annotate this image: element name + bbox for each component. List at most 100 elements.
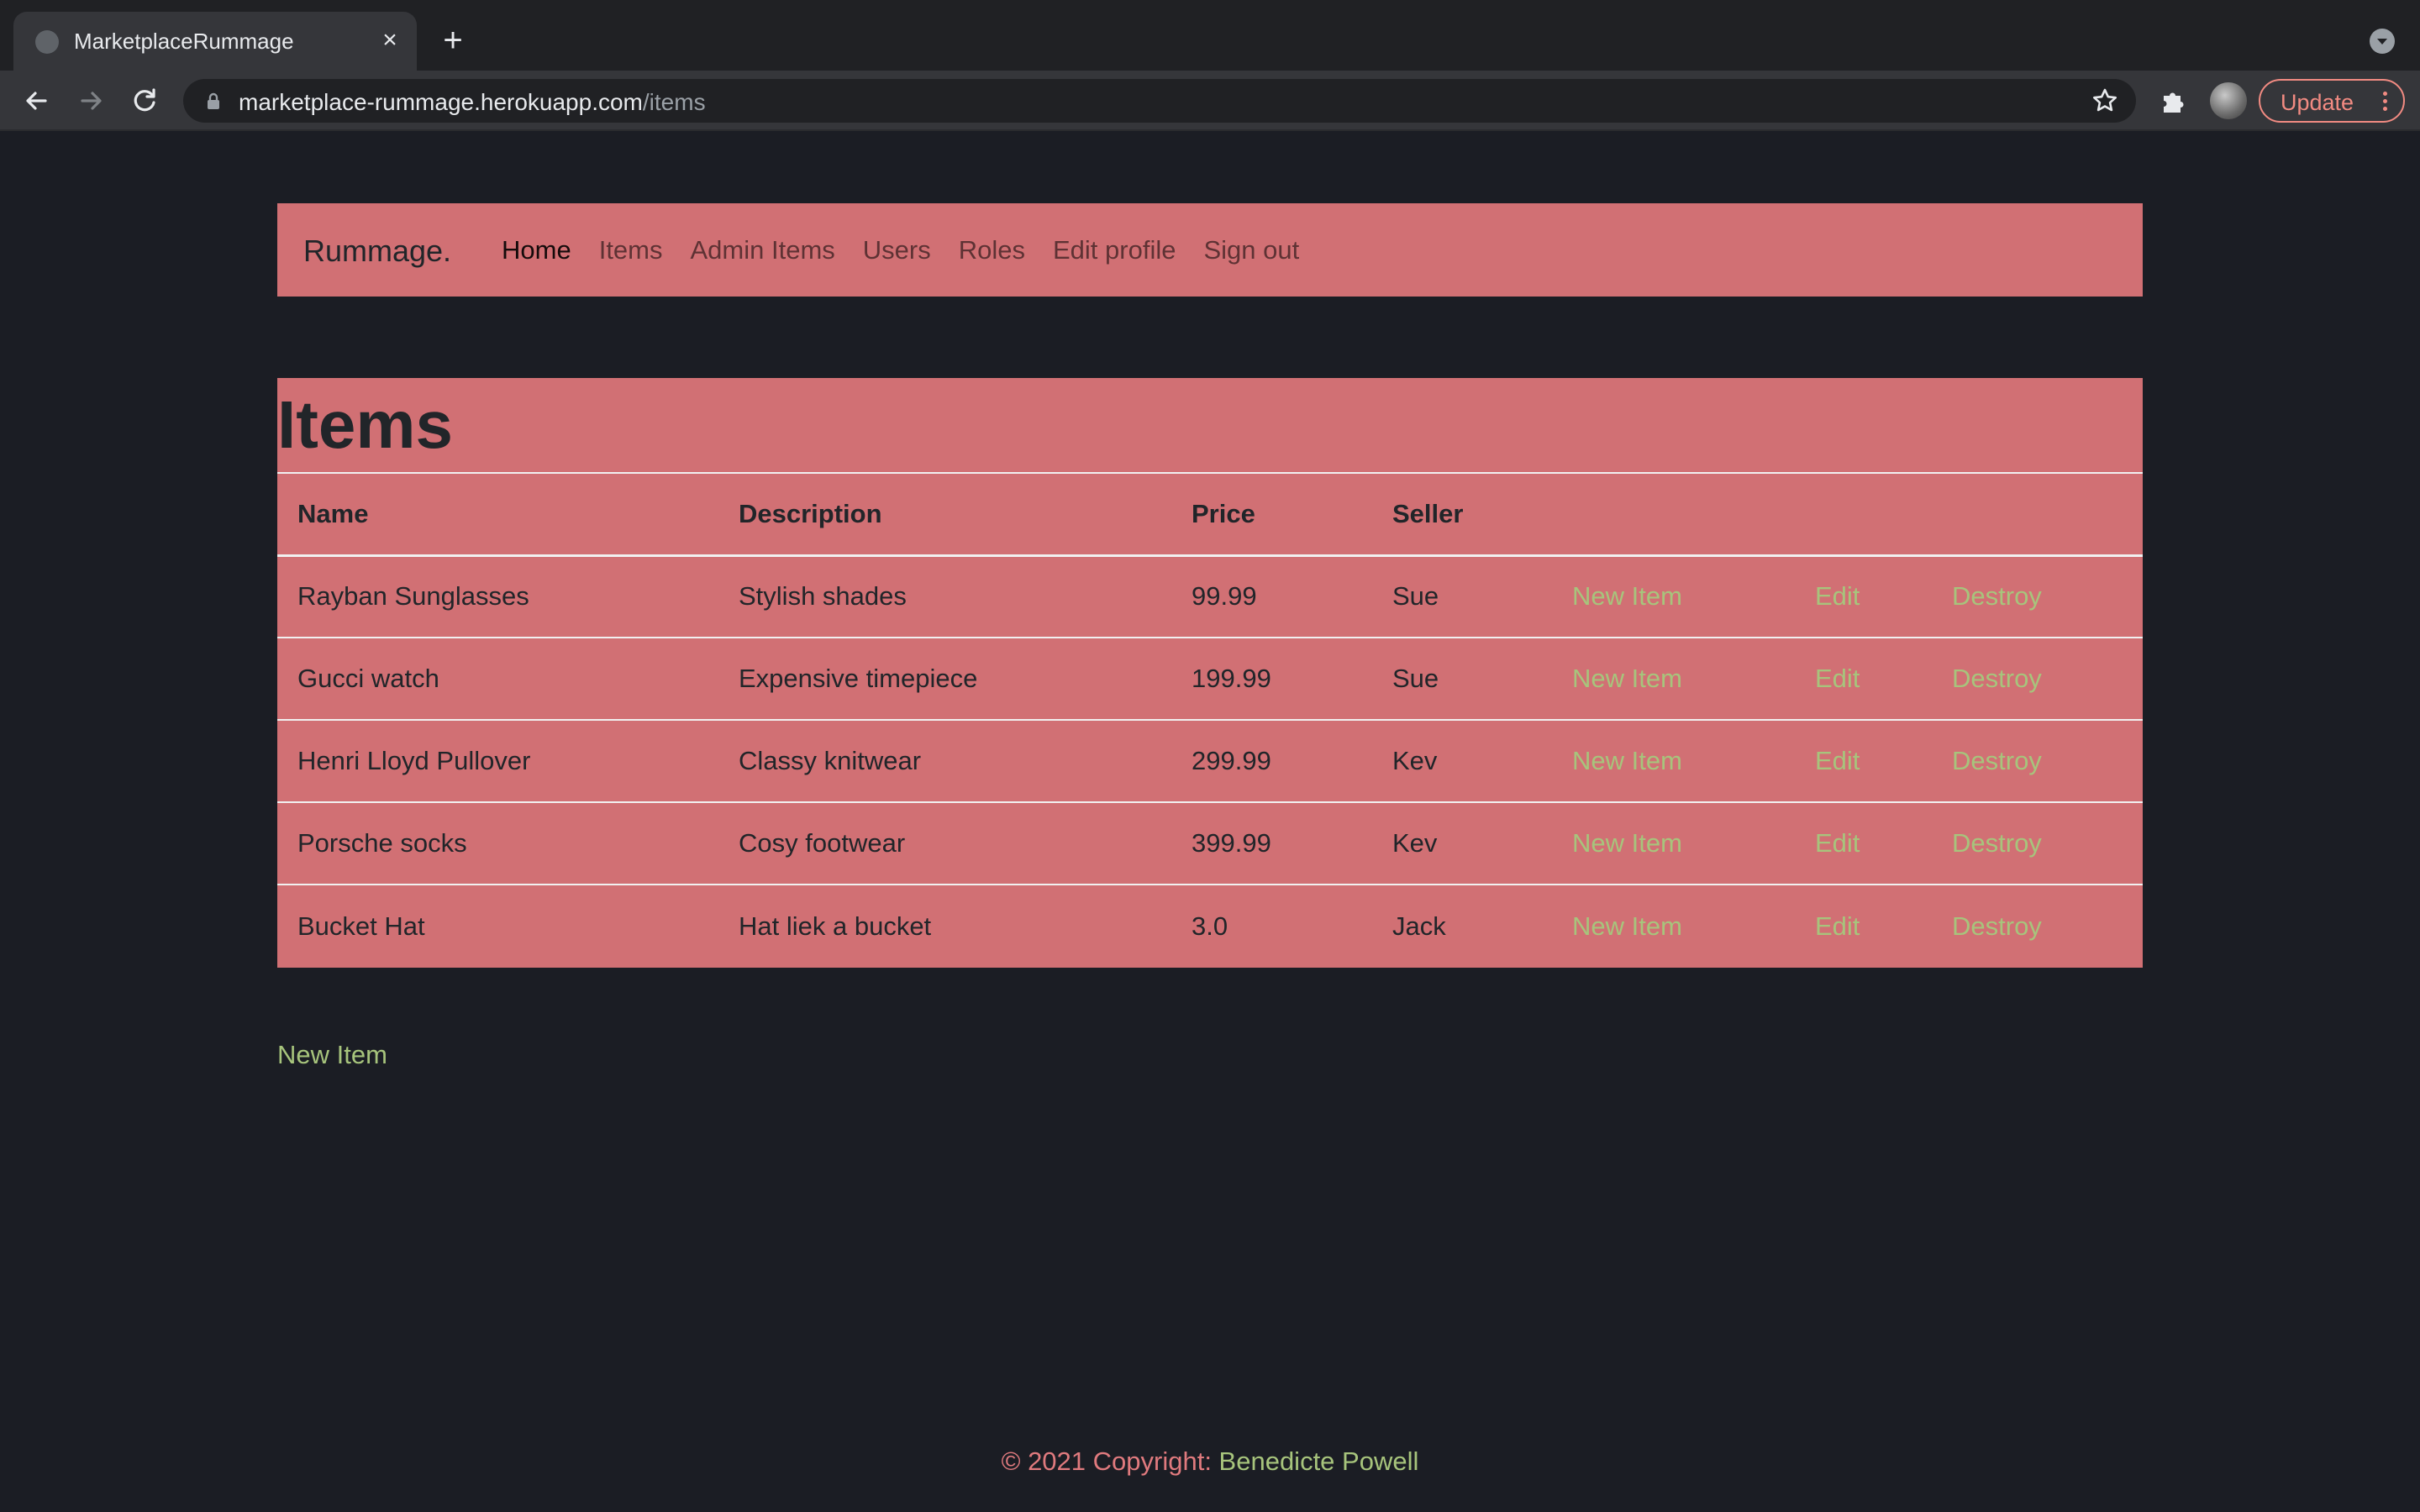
cell-new: New Item	[1552, 885, 1795, 967]
cell-edit: Edit	[1795, 802, 1932, 885]
cell-seller: Sue	[1372, 555, 1552, 638]
cell-description: Classy knitwear	[718, 720, 1171, 803]
cell-description: Cosy footwear	[718, 802, 1171, 885]
nav-link-sign-out[interactable]: Sign out	[1203, 235, 1299, 265]
cell-edit: Edit	[1795, 720, 1932, 803]
author-link[interactable]: Benedicte Powell	[1219, 1446, 1419, 1476]
new-item-bottom-link[interactable]: New Item	[277, 1040, 387, 1070]
cell-destroy: Destroy	[1932, 885, 2143, 967]
url-host: marketplace-rummage.herokuapp.com	[239, 89, 643, 115]
more-vert-icon[interactable]	[2383, 92, 2388, 112]
cell-seller: Kev	[1372, 720, 1552, 803]
destroy-link[interactable]: Destroy	[1952, 746, 2042, 775]
table-row: Henri Lloyd Pullover Classy knitwear 299…	[277, 720, 2143, 803]
brand-link[interactable]: Rummage.	[303, 234, 451, 269]
new-item-link[interactable]: New Item	[1572, 664, 1682, 693]
site-navbar: Rummage. Home Items Admin Items Users Ro…	[277, 203, 2143, 297]
items-table: Name Description Price Seller Rayban Sun…	[277, 472, 2143, 967]
column-header-blank	[1552, 472, 1795, 557]
table-header-row: Name Description Price Seller	[277, 472, 2143, 557]
star-icon[interactable]	[2091, 87, 2119, 115]
nav-links: Home Items Admin Items Users Roles Edit …	[502, 235, 1327, 265]
browser-tab[interactable]: MarketplaceRummage ×	[13, 12, 417, 71]
close-icon[interactable]: ×	[375, 25, 405, 55]
cell-price: 3.0	[1192, 911, 1228, 941]
avatar[interactable]	[2210, 82, 2247, 119]
cell-destroy: Destroy	[1932, 555, 2143, 638]
nav-link-items[interactable]: Items	[599, 235, 663, 265]
cell-new: New Item	[1552, 720, 1795, 803]
page-title: Items	[277, 387, 453, 462]
nav-link-edit-profile[interactable]: Edit profile	[1053, 235, 1176, 265]
nav-link-users[interactable]: Users	[863, 235, 931, 265]
edit-link[interactable]: Edit	[1815, 581, 1860, 611]
cell-new: New Item	[1552, 638, 1795, 721]
tab-title: MarketplaceRummage	[74, 29, 294, 54]
browser-toolbar: marketplace-rummage.herokuapp.com/items …	[0, 71, 2420, 131]
plus-icon[interactable]: +	[435, 24, 471, 59]
update-button[interactable]: Update	[2259, 79, 2405, 123]
copyright-text: © 2021 Copyright:	[1001, 1446, 1219, 1476]
cell-description: Stylish shades	[718, 555, 1171, 638]
cell-new: New Item	[1552, 555, 1795, 638]
column-header-description: Description	[718, 472, 1171, 557]
destroy-link[interactable]: Destroy	[1952, 581, 2042, 611]
cell-destroy: Destroy	[1932, 720, 2143, 803]
nav-link-roles[interactable]: Roles	[959, 235, 1025, 265]
footer: © 2021 Copyright: Benedicte Powell	[0, 1446, 2420, 1477]
cell-destroy: Destroy	[1932, 638, 2143, 721]
cell-seller: Sue	[1372, 638, 1552, 721]
destroy-link[interactable]: Destroy	[1952, 664, 2042, 693]
edit-link[interactable]: Edit	[1815, 911, 1860, 941]
url-path: /items	[642, 89, 706, 115]
items-card: Items Name Description Price Seller Rayb…	[277, 378, 2143, 968]
edit-link[interactable]: Edit	[1815, 746, 1860, 775]
cell-seller: Kev	[1372, 802, 1552, 885]
url-text[interactable]: marketplace-rummage.herokuapp.com/items	[239, 89, 706, 116]
new-item-link[interactable]: New Item	[1572, 746, 1682, 775]
cell-description: Hat liek a bucket	[739, 911, 932, 941]
table-row: Gucci watch Expensive timepiece 199.99 S…	[277, 638, 2143, 721]
cell-new: New Item	[1552, 802, 1795, 885]
lock-icon[interactable]	[203, 91, 224, 111]
edit-link[interactable]: Edit	[1815, 664, 1860, 693]
tab-search-icon[interactable]	[2370, 29, 2395, 54]
edit-link[interactable]: Edit	[1815, 828, 1860, 858]
column-header-seller: Seller	[1372, 472, 1552, 557]
destroy-link[interactable]: Destroy	[1952, 911, 2042, 941]
back-arrow-icon[interactable]	[18, 82, 55, 119]
address-bar[interactable]: marketplace-rummage.herokuapp.com/items	[183, 79, 2136, 123]
cell-price: 99.99	[1171, 555, 1372, 638]
new-item-link[interactable]: New Item	[1572, 828, 1682, 858]
cell-name: Porsche socks	[277, 802, 718, 885]
cell-name: Bucket Hat	[297, 911, 425, 941]
table-row: Bucket Hat Hat liek a bucket 3.0 Jack Ne…	[277, 885, 2143, 967]
destroy-link[interactable]: Destroy	[1952, 828, 2042, 858]
column-header-price: Price	[1171, 472, 1372, 557]
column-header-blank	[1932, 472, 2143, 557]
cell-description: Expensive timepiece	[718, 638, 1171, 721]
reload-icon[interactable]	[126, 82, 163, 119]
cell-edit: Edit	[1795, 555, 1932, 638]
browser-tab-bar: MarketplaceRummage × +	[0, 0, 2420, 71]
new-item-link[interactable]: New Item	[1572, 911, 1682, 941]
table-row: Rayban Sunglasses Stylish shades 99.99 S…	[277, 555, 2143, 638]
cell-price: 299.99	[1171, 720, 1372, 803]
column-header-blank	[1795, 472, 1932, 557]
cell-name: Gucci watch	[277, 638, 718, 721]
nav-link-home[interactable]: Home	[502, 235, 571, 265]
cell-name: Rayban Sunglasses	[277, 555, 718, 638]
cell-price: 199.99	[1171, 638, 1372, 721]
table-row: Porsche socks Cosy footwear 399.99 Kev N…	[277, 802, 2143, 885]
new-item-link[interactable]: New Item	[1572, 581, 1682, 611]
cell-destroy: Destroy	[1932, 802, 2143, 885]
cell-price: 399.99	[1171, 802, 1372, 885]
column-header-name: Name	[277, 472, 718, 557]
forward-arrow-icon[interactable]	[72, 82, 109, 119]
update-label: Update	[2281, 90, 2354, 115]
globe-icon	[35, 30, 59, 54]
nav-link-admin-items[interactable]: Admin Items	[691, 235, 835, 265]
extensions-icon[interactable]	[2158, 86, 2188, 116]
cell-edit: Edit	[1795, 638, 1932, 721]
cell-seller: Jack	[1392, 911, 1446, 941]
